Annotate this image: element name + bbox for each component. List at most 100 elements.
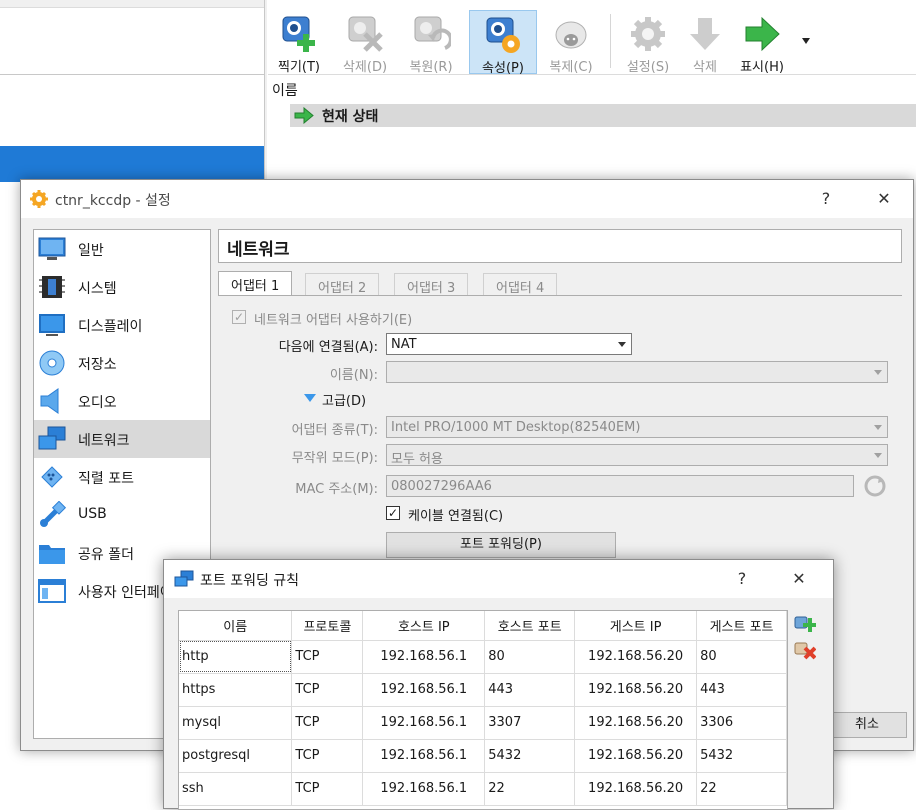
attached-to-label: 다음에 연결됨(A): [278, 340, 378, 355]
network-icon [38, 426, 66, 450]
storage-disc-icon [39, 350, 65, 376]
delete-snapshot-label: 삭제(D) [342, 60, 388, 75]
table-row[interactable]: postgresql TCP 192.168.56.1 5432 192.168… [179, 739, 787, 773]
category-general[interactable]: 일반 [34, 230, 210, 268]
port-forwarding-help-button[interactable]: ? [719, 564, 765, 594]
clone-button[interactable]: 복제(C) [540, 10, 602, 75]
table-row[interactable]: ssh TCP 192.168.56.1 22 192.168.56.20 22 [179, 772, 787, 806]
rule-host-ip-cell[interactable]: 192.168.56.1 [362, 640, 486, 674]
table-row[interactable]: https TCP 192.168.56.1 443 192.168.56.20… [179, 673, 787, 707]
category-network[interactable]: 네트워크 [34, 420, 210, 458]
tab-adapter-3[interactable]: 어댑터 3 [394, 273, 469, 296]
cable-connected-checkbox[interactable]: ✓ [386, 506, 400, 520]
rule-guest-port-cell[interactable]: 80 [696, 640, 787, 674]
mac-address-field[interactable]: 080027296AA6 [386, 475, 854, 497]
rule-host-ip-cell[interactable]: 192.168.56.1 [362, 673, 486, 707]
category-storage[interactable]: 저장소 [34, 344, 210, 382]
enable-adapter-label: 네트워크 어댑터 사용하기(E) [254, 313, 413, 328]
settings-close-button[interactable]: ✕ [861, 184, 907, 214]
column-header-guest-port[interactable]: 게스트 포트 [696, 611, 787, 641]
table-row[interactable]: mysql TCP 192.168.56.1 3307 192.168.56.2… [179, 706, 787, 740]
rule-protocol-cell[interactable]: TCP [291, 739, 364, 773]
column-header-name[interactable]: 이름 [179, 611, 293, 641]
enable-adapter-checkbox[interactable]: ✓ [232, 310, 246, 324]
selected-machine-row[interactable] [0, 146, 264, 182]
discard-icon [685, 14, 725, 54]
discard-button[interactable]: 삭제 [680, 10, 730, 75]
rule-host-ip-cell[interactable]: 192.168.56.1 [362, 706, 486, 740]
category-usb[interactable]: USB [34, 496, 210, 534]
promiscuous-mode-select[interactable]: 모두 허용 [386, 444, 888, 467]
port-forwarding-button[interactable]: 포트 포워딩(P) [386, 532, 616, 558]
toolbar-separator [610, 14, 611, 68]
show-dropdown-icon[interactable] [802, 38, 810, 44]
rule-guest-ip-cell[interactable]: 192.168.56.20 [574, 739, 698, 773]
rule-name-cell[interactable]: ssh [179, 772, 293, 806]
rule-guest-port-cell[interactable]: 22 [696, 772, 787, 806]
pane-splitter[interactable] [264, 0, 267, 182]
rule-protocol-cell[interactable]: TCP [291, 706, 364, 740]
chevron-down-icon [618, 342, 626, 347]
rule-host-port-cell[interactable]: 5432 [484, 739, 576, 773]
tab-adapter-2[interactable]: 어댑터 2 [305, 273, 380, 296]
tab-adapter-4[interactable]: 어댑터 4 [483, 273, 558, 296]
category-audio[interactable]: 오디오 [34, 382, 210, 420]
rule-name-cell[interactable]: https [179, 673, 293, 707]
rule-host-port-cell[interactable]: 22 [484, 772, 576, 806]
settings-help-button[interactable]: ? [803, 184, 849, 214]
mac-address-label: MAC 주소(M): [295, 482, 378, 497]
cancel-button[interactable]: 취소 [827, 712, 907, 738]
current-state-arrow-icon [294, 107, 314, 124]
rule-host-ip-cell[interactable]: 192.168.56.1 [362, 772, 486, 806]
rule-protocol-cell[interactable]: TCP [291, 772, 364, 806]
rule-guest-ip-cell[interactable]: 192.168.56.20 [574, 640, 698, 674]
advanced-toggle-icon[interactable] [304, 394, 316, 402]
column-header-guest-ip[interactable]: 게스트 IP [574, 611, 698, 641]
take-snapshot-button[interactable]: 찍기(T) [268, 10, 330, 75]
attached-to-select[interactable]: NAT [386, 333, 632, 355]
refresh-mac-icon[interactable] [864, 475, 886, 497]
port-forwarding-title-bar: 포트 포워딩 규칙 ? ✕ [164, 560, 833, 598]
category-serial-ports[interactable]: 직렬 포트 [34, 458, 210, 496]
column-header-host-port[interactable]: 호스트 포트 [484, 611, 576, 641]
column-header-host-ip[interactable]: 호스트 IP [362, 611, 486, 641]
adapter-type-select[interactable]: Intel PRO/1000 MT Desktop(82540EM) [386, 416, 888, 438]
port-forwarding-close-button[interactable]: ✕ [776, 564, 822, 594]
system-chip-icon [39, 276, 65, 298]
display-icon [39, 314, 65, 336]
add-rule-icon[interactable] [794, 614, 816, 634]
show-arrow-icon [742, 14, 782, 54]
category-system[interactable]: 시스템 [34, 268, 210, 306]
rule-host-port-cell[interactable]: 3307 [484, 706, 576, 740]
rule-guest-ip-cell[interactable]: 192.168.56.20 [574, 706, 698, 740]
rule-host-port-cell[interactable]: 443 [484, 673, 576, 707]
advanced-label[interactable]: 고급(D) [322, 390, 366, 409]
rule-host-ip-cell[interactable]: 192.168.56.1 [362, 739, 486, 773]
snapshot-properties-button[interactable]: 속성(P) [469, 10, 537, 76]
remove-rule-icon[interactable] [794, 640, 816, 660]
restore-snapshot-button[interactable]: 복원(R) [400, 10, 462, 75]
tab-adapter-1[interactable]: 어댑터 1 [218, 271, 293, 296]
take-snapshot-icon [279, 14, 319, 54]
name-select[interactable] [386, 361, 888, 383]
rule-name-cell[interactable]: http [179, 640, 293, 674]
current-state-row[interactable]: 현재 상태 [290, 104, 916, 127]
delete-snapshot-button[interactable]: 삭제(D) [334, 10, 396, 75]
rule-guest-port-cell[interactable]: 3306 [696, 706, 787, 740]
rule-host-port-cell[interactable]: 80 [484, 640, 576, 674]
category-display[interactable]: 디스플레이 [34, 306, 210, 344]
rule-name-cell[interactable]: mysql [179, 706, 293, 740]
rule-guest-port-cell[interactable]: 5432 [696, 739, 787, 773]
rule-guest-ip-cell[interactable]: 192.168.56.20 [574, 673, 698, 707]
machine-settings-button[interactable]: 설정(S) [617, 10, 679, 75]
snapshot-name-column[interactable]: 이름 [272, 80, 298, 100]
rule-guest-ip-cell[interactable]: 192.168.56.20 [574, 772, 698, 806]
show-button[interactable]: 표시(H) [734, 10, 790, 75]
rule-guest-port-cell[interactable]: 443 [696, 673, 787, 707]
rule-protocol-cell[interactable]: TCP [291, 640, 364, 674]
rule-protocol-cell[interactable]: TCP [291, 673, 364, 707]
rule-name-cell[interactable]: postgresql [179, 739, 293, 773]
table-row[interactable]: http TCP 192.168.56.1 80 192.168.56.20 8… [179, 640, 787, 674]
user-interface-icon [38, 579, 66, 603]
column-header-protocol[interactable]: 프로토콜 [291, 611, 364, 641]
